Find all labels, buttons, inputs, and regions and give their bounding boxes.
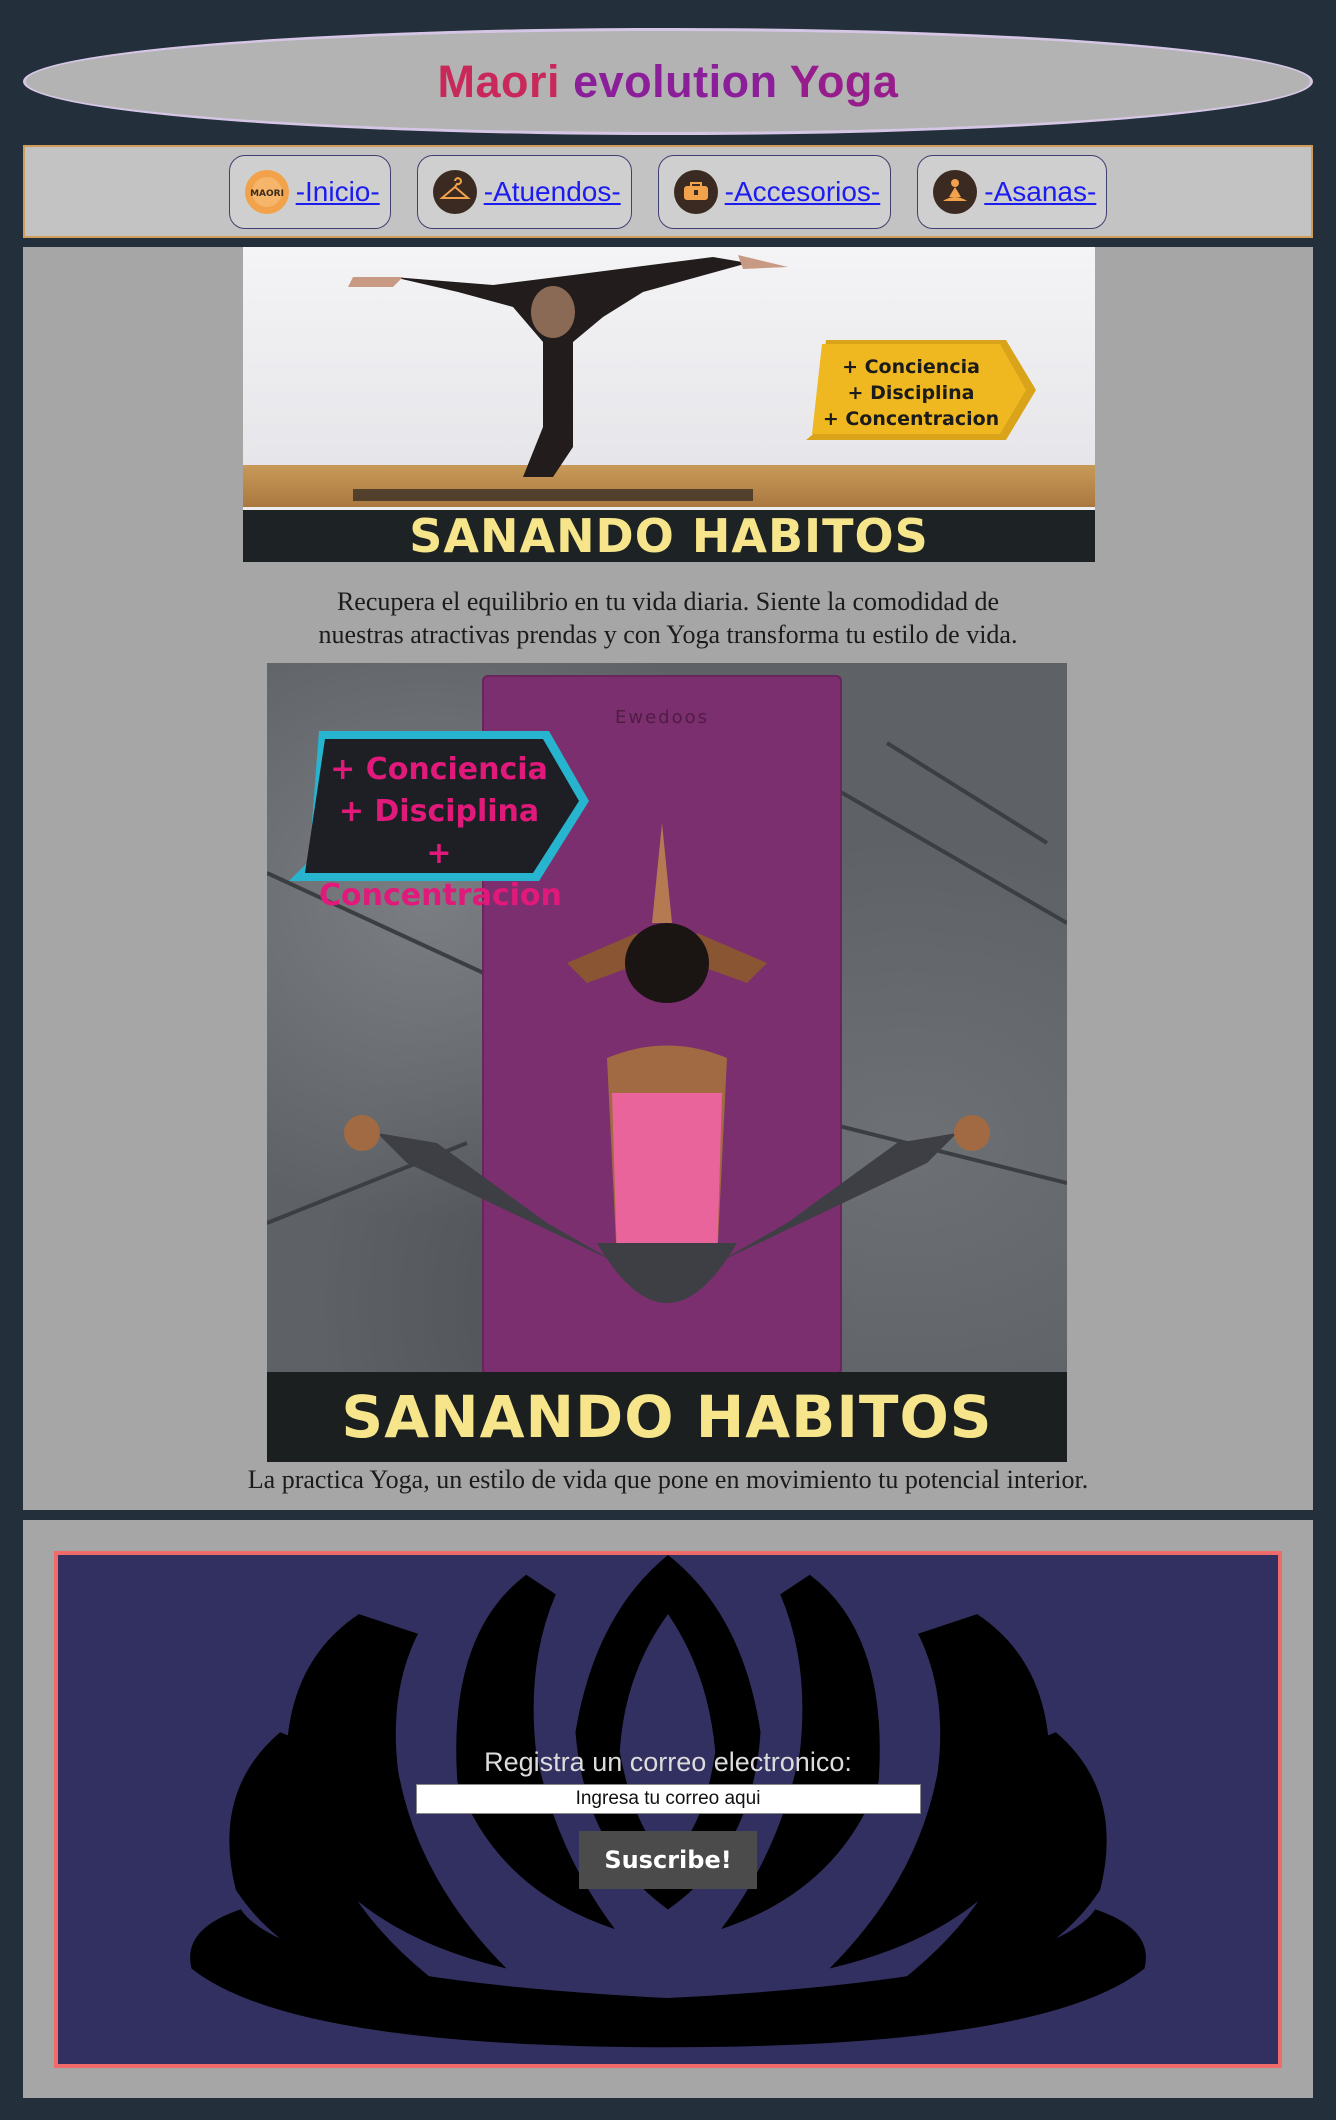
main-content: + Conciencia + Disciplina + Concentracio… bbox=[23, 247, 1313, 1510]
nav-label-accesorios: -Accesorios- bbox=[724, 175, 881, 207]
intro-caption: Recupera el equilibrio en tu vida diaria… bbox=[23, 585, 1313, 651]
banner-main-title: SANANDO HABITOS bbox=[341, 1383, 993, 1451]
meditation-icon bbox=[932, 169, 978, 215]
banner-top-tag-line-3: + Concentracion bbox=[822, 408, 1000, 430]
email-input[interactable] bbox=[415, 1784, 921, 1814]
site-header: Maori evolution Yoga bbox=[23, 28, 1313, 135]
banner-main-tag-line-2: + Disciplina bbox=[338, 794, 540, 829]
subscribe-button[interactable]: Suscribe! bbox=[579, 1831, 757, 1889]
nav-link-inicio[interactable]: MAORI -Inicio- bbox=[228, 154, 391, 229]
banner-top-tag-line-2: + Disciplina bbox=[847, 382, 975, 404]
subscribe-section: Registra un correo electronico: Suscribe… bbox=[23, 1520, 1313, 2098]
nav-link-asanas[interactable]: -Asanas- bbox=[917, 154, 1108, 229]
maori-logo-icon: MAORI bbox=[244, 169, 290, 215]
intro-caption-line-1: Recupera el equilibrio en tu vida diaria… bbox=[336, 587, 1000, 616]
closing-caption: La practica Yoga, un estilo de vida que … bbox=[247, 1465, 1089, 1494]
nav-label-atuendos: -Atuendos- bbox=[483, 175, 621, 207]
banner-main-tag-line-3: + Concentracion bbox=[319, 836, 562, 913]
nav-link-atuendos[interactable]: -Atuendos- bbox=[416, 154, 632, 229]
banner-top-tag: + Conciencia + Disciplina + Concentracio… bbox=[806, 340, 1036, 444]
banner-top-title: SANANDO HABITOS bbox=[409, 509, 929, 562]
hanger-icon bbox=[432, 169, 478, 215]
site-title: Maori evolution Yoga bbox=[438, 56, 899, 108]
maori-logo-text: MAORI bbox=[250, 189, 284, 199]
bag-icon bbox=[673, 169, 719, 215]
main-nav: MAORI -Inicio- -Atuendos- -Accesorios- -… bbox=[23, 145, 1313, 238]
title-part-yoga: Yoga bbox=[789, 55, 899, 107]
banner-main-tag: + Conciencia + Disciplina + Concentracio… bbox=[289, 731, 589, 913]
intro-caption-line-2: nuestras atractivas prendas y con Yoga t… bbox=[318, 620, 1018, 649]
nav-link-accesorios[interactable]: -Accesorios- bbox=[657, 154, 892, 229]
email-label: Registra un correo electronico: bbox=[484, 1747, 852, 1777]
banner-top-tag-line-1: + Conciencia bbox=[842, 356, 980, 378]
nav-label-inicio: -Inicio- bbox=[295, 175, 380, 207]
subscribe-form: Registra un correo electronico: Suscribe… bbox=[58, 1747, 1278, 1889]
title-part-evolution: evolution bbox=[573, 55, 778, 107]
title-part-maori: Maori bbox=[437, 55, 561, 107]
nav-label-asanas: -Asanas- bbox=[984, 175, 1097, 207]
banner-image-top: + Conciencia + Disciplina + Concentracio… bbox=[243, 247, 1095, 562]
banner-main-tag-line-1: + Conciencia bbox=[330, 752, 548, 787]
subscribe-panel: Registra un correo electronico: Suscribe… bbox=[54, 1551, 1282, 2068]
banner-image-main: Ewedoos + Conciencia + Disciplina + Conc… bbox=[267, 663, 1067, 1462]
